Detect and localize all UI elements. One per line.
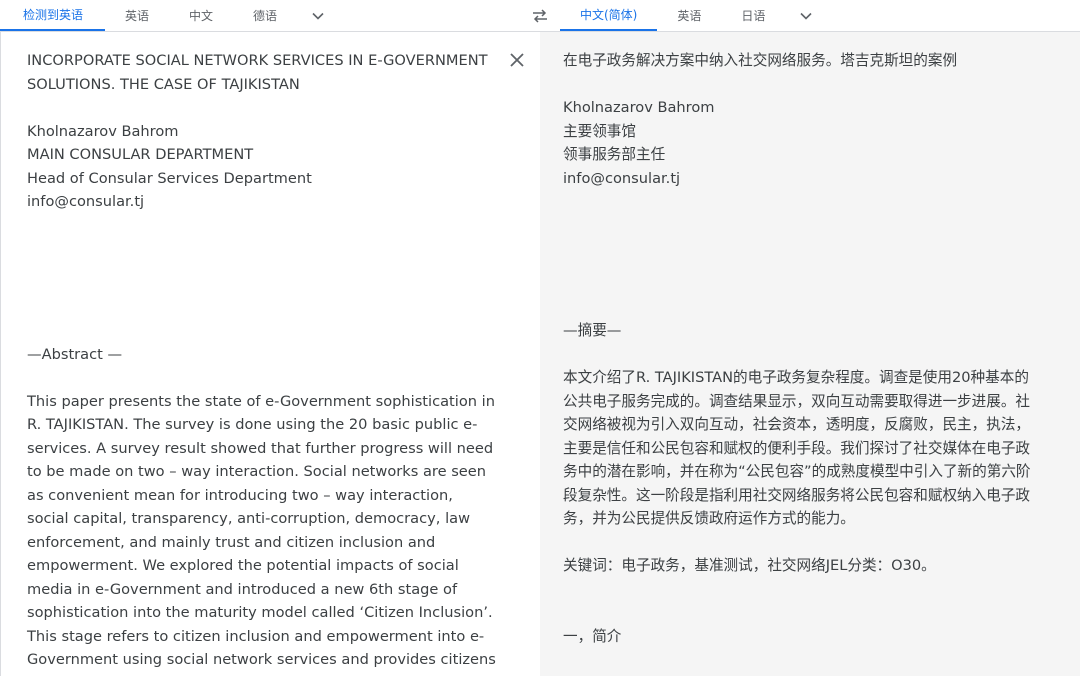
source-language-dropdown[interactable] [297, 0, 339, 31]
tab-source-german[interactable]: 德语 [233, 0, 297, 31]
tab-source-english[interactable]: 英语 [105, 0, 169, 31]
target-author-line: Kholnazarov Bahrom [563, 99, 715, 116]
source-text[interactable]: INCORPORATE SOCIAL NETWORK SERVICES IN E… [27, 49, 497, 676]
language-bar: 检测到英语 英语 中文 德语 中文(简体) 英语 日语 [0, 0, 1080, 32]
translation-text: 在电子政务解决方案中纳入社交网络服务。塔吉克斯坦的案例 Kholnazarov … [563, 49, 1033, 648]
target-author-line: 主要领事馆 [563, 122, 636, 140]
source-language-tabs: 检测到英语 英语 中文 德语 [0, 0, 536, 31]
target-language-tabs: 中文(简体) 英语 日语 [560, 0, 1080, 31]
target-section-heading: 一，简介 [563, 627, 622, 645]
tab-source-chinese[interactable]: 中文 [169, 0, 233, 31]
tab-target-english[interactable]: 英语 [657, 0, 721, 31]
tab-target-japanese[interactable]: 日语 [721, 0, 785, 31]
source-abstract-text: This paper presents the state of e-Gover… [27, 392, 496, 676]
translation-pane: 在电子政务解决方案中纳入社交网络服务。塔吉克斯坦的案例 Kholnazarov … [540, 32, 1080, 676]
target-title: 在电子政务解决方案中纳入社交网络服务。塔吉克斯坦的案例 [563, 52, 958, 69]
target-author-line: info@consular.tj [563, 169, 681, 187]
chevron-down-icon [312, 12, 324, 20]
tab-detect-language[interactable]: 检测到英语 [0, 0, 106, 31]
source-author-line: Kholnazarov Bahrom [27, 122, 179, 140]
source-abstract-heading: —Abstract — [27, 345, 123, 363]
source-text-pane[interactable]: INCORPORATE SOCIAL NETWORK SERVICES IN E… [0, 32, 540, 676]
target-abstract-heading: —摘要— [563, 322, 622, 339]
source-author-line: Head of Consular Services Department [27, 169, 312, 187]
source-title: INCORPORATE SOCIAL NETWORK SERVICES IN E… [27, 52, 488, 93]
swap-icon [533, 9, 547, 23]
swap-languages-button[interactable] [526, 5, 554, 27]
target-abstract-text: 本文介绍了R. TAJIKISTAN的电子政务复杂程度。调查是使用20种基本的公… [563, 369, 1031, 527]
source-author-line: info@consular.tj [27, 193, 145, 210]
close-icon [510, 53, 524, 67]
target-author-line: 领事服务部主任 [563, 146, 666, 163]
clear-source-button[interactable] [507, 50, 527, 70]
target-keywords: 关键词：电子政务，基准测试，社交网络JEL分类：O30。 [563, 557, 936, 574]
chevron-down-icon [800, 12, 812, 20]
target-language-dropdown[interactable] [785, 0, 827, 31]
source-author-line: MAIN CONSULAR DEPARTMENT [27, 146, 254, 163]
tab-target-chinese-simplified[interactable]: 中文(简体) [560, 0, 658, 31]
